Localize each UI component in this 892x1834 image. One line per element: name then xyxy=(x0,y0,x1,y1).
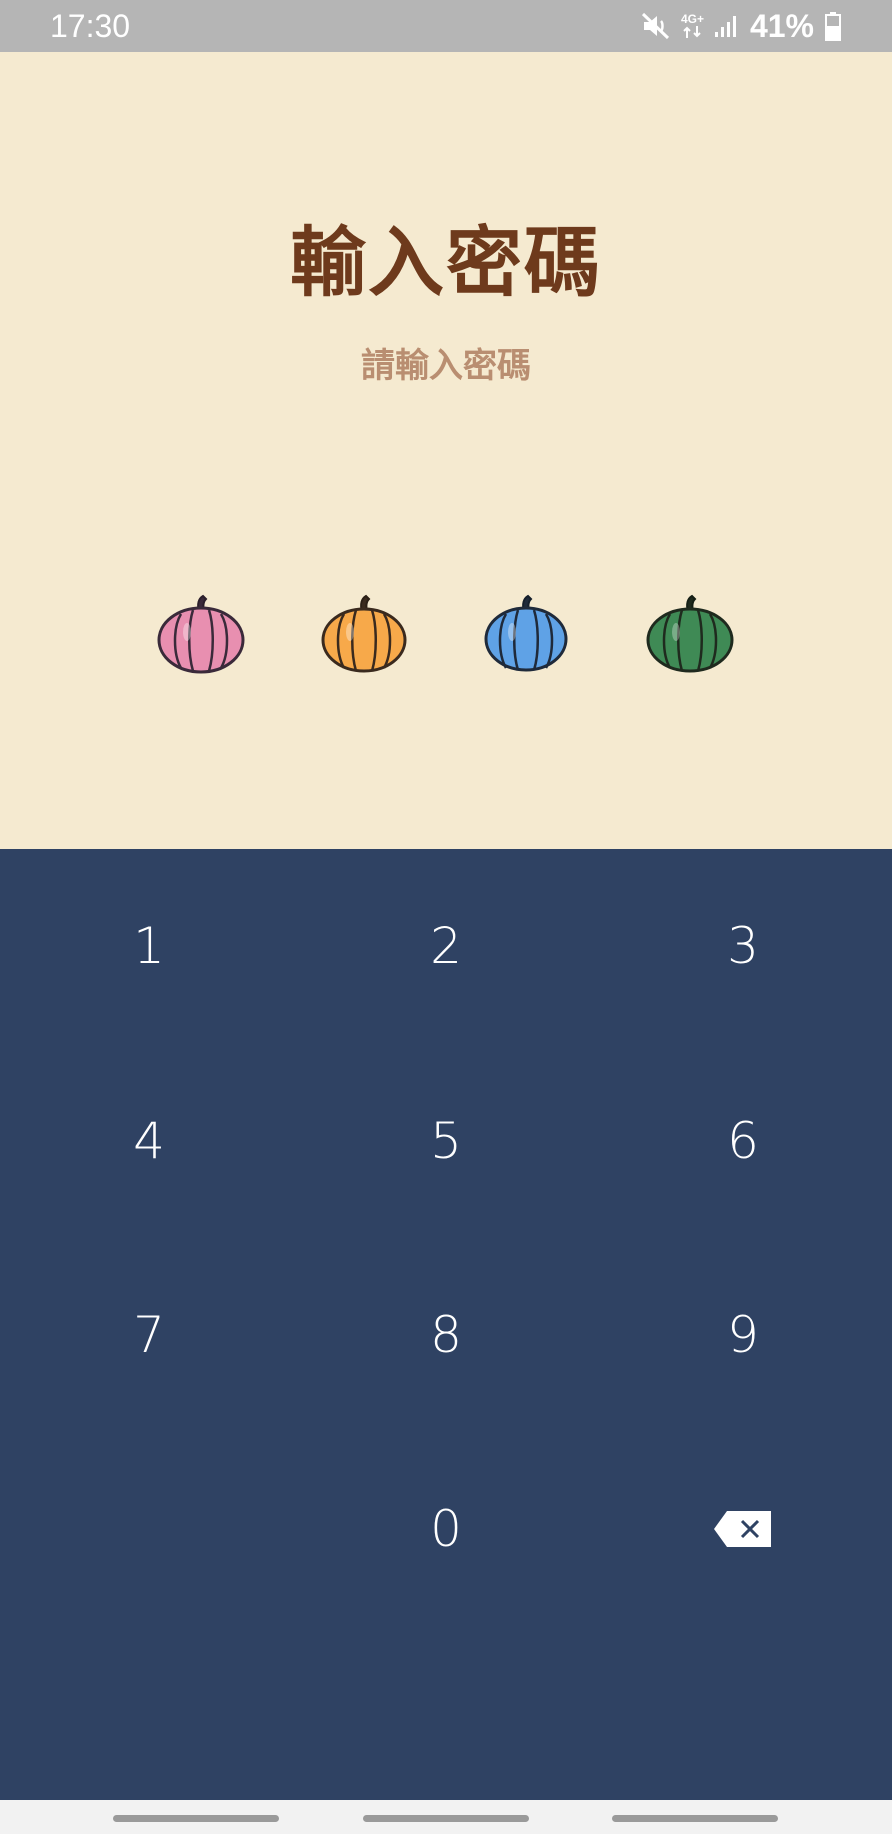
page-subtitle: 請輸入密碼 xyxy=(361,346,531,386)
key-4[interactable]: 4 xyxy=(0,1044,298,1238)
nav-recent-apps-button[interactable] xyxy=(113,1815,279,1822)
key-5[interactable]: 5 xyxy=(297,1044,595,1238)
nav-home-button[interactable] xyxy=(363,1815,529,1822)
signal-icon xyxy=(714,14,740,38)
backspace-icon xyxy=(713,1510,773,1548)
network-icon: 4G+ xyxy=(681,13,704,39)
network-type: 4G+ xyxy=(680,12,704,26)
mute-icon xyxy=(641,12,671,40)
status-time: 17:30 xyxy=(50,7,131,44)
key-9[interactable]: 9 xyxy=(594,1238,892,1432)
key-empty xyxy=(0,1432,298,1626)
pin-indicator-row xyxy=(0,592,892,682)
key-7[interactable]: 7 xyxy=(0,1238,298,1432)
key-1[interactable]: 1 xyxy=(0,849,298,1043)
nav-back-button[interactable] xyxy=(612,1815,778,1822)
pumpkin-orange-icon xyxy=(316,592,412,678)
status-bar: 17:30 4G+ 41% xyxy=(0,0,892,52)
battery-icon xyxy=(824,11,842,41)
battery-percent: 41% xyxy=(749,7,814,44)
key-3[interactable]: 3 xyxy=(594,849,892,1043)
pumpkin-pink-icon xyxy=(153,592,249,678)
pumpkin-blue-icon xyxy=(478,592,574,678)
key-8[interactable]: 8 xyxy=(297,1238,595,1432)
passcode-header-panel: 輸入密碼 請輸入密碼 xyxy=(0,52,892,849)
page-title: 輸入密碼 xyxy=(290,218,602,307)
numeric-keypad: 1 2 3 4 5 6 7 8 9 0 xyxy=(0,849,892,1800)
system-nav-bar xyxy=(0,1800,892,1834)
status-icons: 4G+ 41% xyxy=(641,8,842,45)
key-2[interactable]: 2 xyxy=(297,849,595,1043)
key-6[interactable]: 6 xyxy=(594,1044,892,1238)
backspace-button[interactable] xyxy=(594,1432,892,1626)
pumpkin-green-icon xyxy=(642,592,738,678)
key-0[interactable]: 0 xyxy=(297,1432,595,1626)
